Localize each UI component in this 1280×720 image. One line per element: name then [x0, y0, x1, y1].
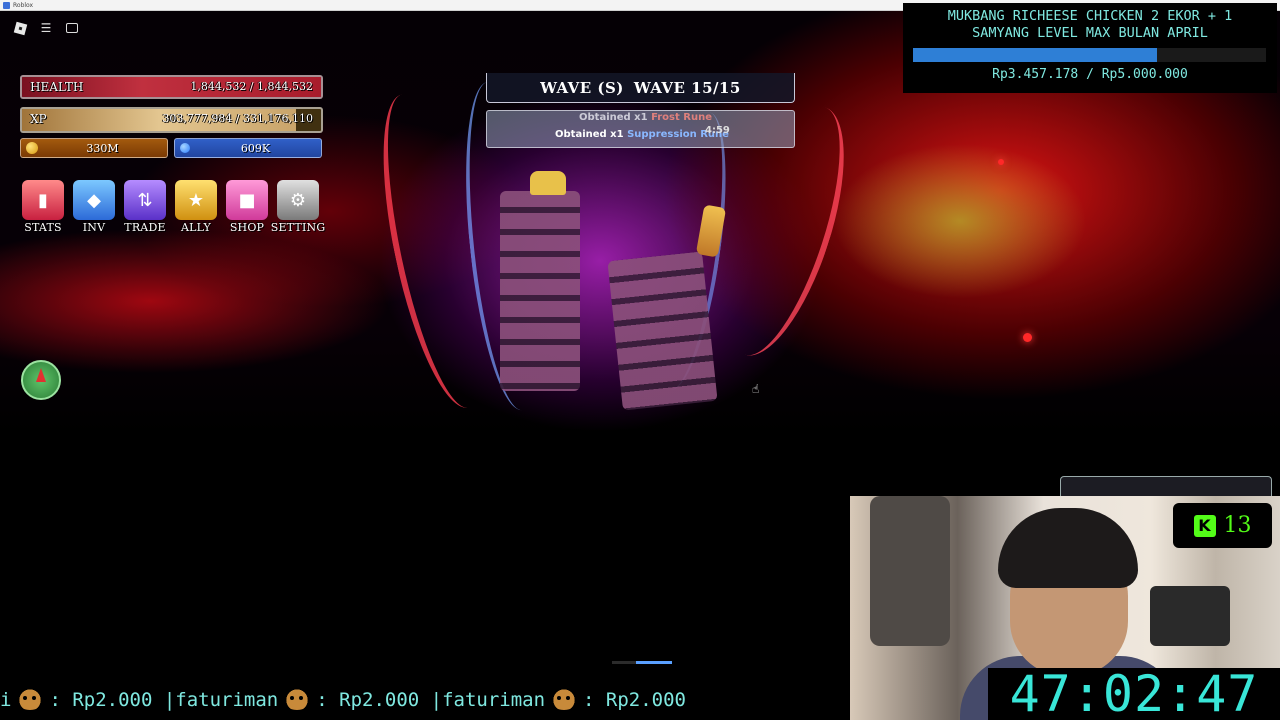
shop-button[interactable]: ■ SHOP [224, 180, 270, 234]
trade-icon: ⇅ [124, 180, 166, 220]
ally-icon: ★ [175, 180, 217, 220]
notification-line: Obtained x1 Suppression Rune [555, 129, 729, 140]
kick-viewer-count: 13 [1173, 503, 1272, 548]
ember-particle [998, 159, 1004, 165]
ticker-item: faturiman : Rp2.000 | [175, 683, 442, 717]
notification-line: Obtained x1 Frost Rune [579, 112, 712, 123]
setting-button-label: SETTING [270, 221, 326, 234]
donor-name: faturiman [175, 689, 279, 711]
loading-bar-fill [636, 661, 672, 664]
goal-title-line: MUKBANG RICHEESE CHICKEN 2 EKOR + 1 [947, 8, 1233, 24]
inventory-icon: ◆ [73, 180, 115, 220]
compass-icon [36, 368, 46, 382]
notification-prefix: Obtained x1 [579, 112, 648, 123]
emote-icon [282, 688, 313, 710]
stats-icon: ▮ [22, 180, 64, 220]
player-character [530, 171, 566, 195]
hamburger-menu-button[interactable]: ☰ [38, 20, 54, 36]
stats-button[interactable]: ▮ STATS [20, 180, 66, 234]
roblox-app-icon [3, 2, 10, 9]
chat-button[interactable] [64, 20, 80, 36]
donation-ticker: i: Rp2.000 | faturiman: Rp2.000 | faturi… [0, 683, 850, 717]
ticker-item: i : Rp2.000 | [0, 683, 175, 717]
ember-particle [1023, 333, 1032, 342]
gold-currency: 330M [20, 138, 168, 158]
donor-name: i [0, 689, 12, 711]
notification-timer: 4:59 [705, 125, 730, 136]
gem-currency: 609K [174, 138, 322, 158]
wave-value: WAVE 15/15 [633, 78, 741, 97]
viewer-count: 13 [1223, 513, 1252, 538]
chat-icon [66, 23, 78, 33]
donation-goal: MUKBANG RICHEESE CHICKEN 2 EKOR + 1 SAMY… [903, 3, 1277, 93]
coin-icon [26, 142, 38, 154]
ticker-item: faturiman : Rp2.000 [442, 683, 686, 717]
loot-notifications: Obtained x1 Frost Rune Obtained x1 Suppr… [486, 110, 795, 148]
main-menu: ▮ STATS ◆ INV ⇅ TRADE ★ ALLY ■ SHOP ⚙ SE… [20, 180, 325, 234]
roblox-topbar: ☰ [12, 20, 80, 36]
window-title: Roblox [13, 2, 34, 9]
stats-button-label: STATS [24, 221, 62, 234]
donation-amount: : Rp2.000 | [49, 689, 176, 711]
ally-button-label: ALLY [181, 221, 211, 234]
setting-button[interactable]: ⚙ SETTING [271, 180, 325, 234]
xp-value: 303,777,984 / 331,176,110 [162, 112, 313, 125]
hand-cursor-icon: ☝ [752, 382, 760, 396]
kick-logo-icon [1193, 514, 1216, 537]
goal-progress-fill [913, 48, 1157, 62]
trade-button[interactable]: ⇅ TRADE [122, 180, 168, 234]
health-bar: HEALTH 1,844,532 / 1,844,532 [20, 75, 323, 99]
xp-bar: XP 303,777,984 / 331,176,110 [20, 107, 323, 133]
webcam-background [1150, 586, 1230, 646]
health-label: HEALTH [30, 80, 84, 94]
ally-button[interactable]: ★ ALLY [173, 180, 219, 234]
boss-body [607, 251, 718, 411]
notification-prefix: Obtained x1 [555, 129, 624, 140]
emote-icon [549, 688, 580, 710]
streamer-hair [998, 508, 1138, 588]
boss-body [500, 191, 580, 391]
gem-icon [180, 143, 190, 153]
gem-value: 609K [240, 141, 271, 155]
shop-icon: ■ [226, 180, 268, 220]
stream-clock: 47:02:47 [988, 668, 1280, 720]
emote-icon [15, 688, 46, 710]
notification-item: Frost Rune [651, 112, 712, 123]
webcam-background [870, 496, 950, 646]
roblox-logo-icon [13, 21, 27, 35]
donation-amount: : Rp2.000 [583, 689, 686, 711]
wave-panel: WAVE (S) WAVE 15/15 [486, 73, 795, 103]
health-value: 1,844,532 / 1,844,532 [190, 80, 313, 93]
goal-title-line: SAMYANG LEVEL MAX BULAN APRIL [972, 25, 1208, 41]
goal-title: MUKBANG RICHEESE CHICKEN 2 EKOR + 1 SAMY… [903, 8, 1277, 42]
goal-amount: Rp3.457.178 / Rp5.000.000 [992, 67, 1188, 82]
shop-button-label: SHOP [229, 221, 265, 234]
roblox-menu-button[interactable] [12, 20, 28, 36]
donation-amount: : Rp2.000 | [316, 689, 443, 711]
gold-value: 330M [86, 141, 119, 155]
inventory-button-label: INV [82, 221, 106, 234]
loading-bar [612, 661, 672, 664]
compass-button[interactable] [21, 360, 61, 400]
hamburger-icon: ☰ [40, 21, 52, 35]
xp-label: XP [30, 112, 47, 126]
trade-button-label: TRADE [124, 221, 166, 234]
gear-icon: ⚙ [277, 180, 319, 220]
inventory-button[interactable]: ◆ INV [71, 180, 117, 234]
donor-name: faturiman [442, 689, 546, 711]
goal-progress-bar [913, 48, 1266, 62]
wave-label: WAVE (S) [540, 78, 624, 97]
